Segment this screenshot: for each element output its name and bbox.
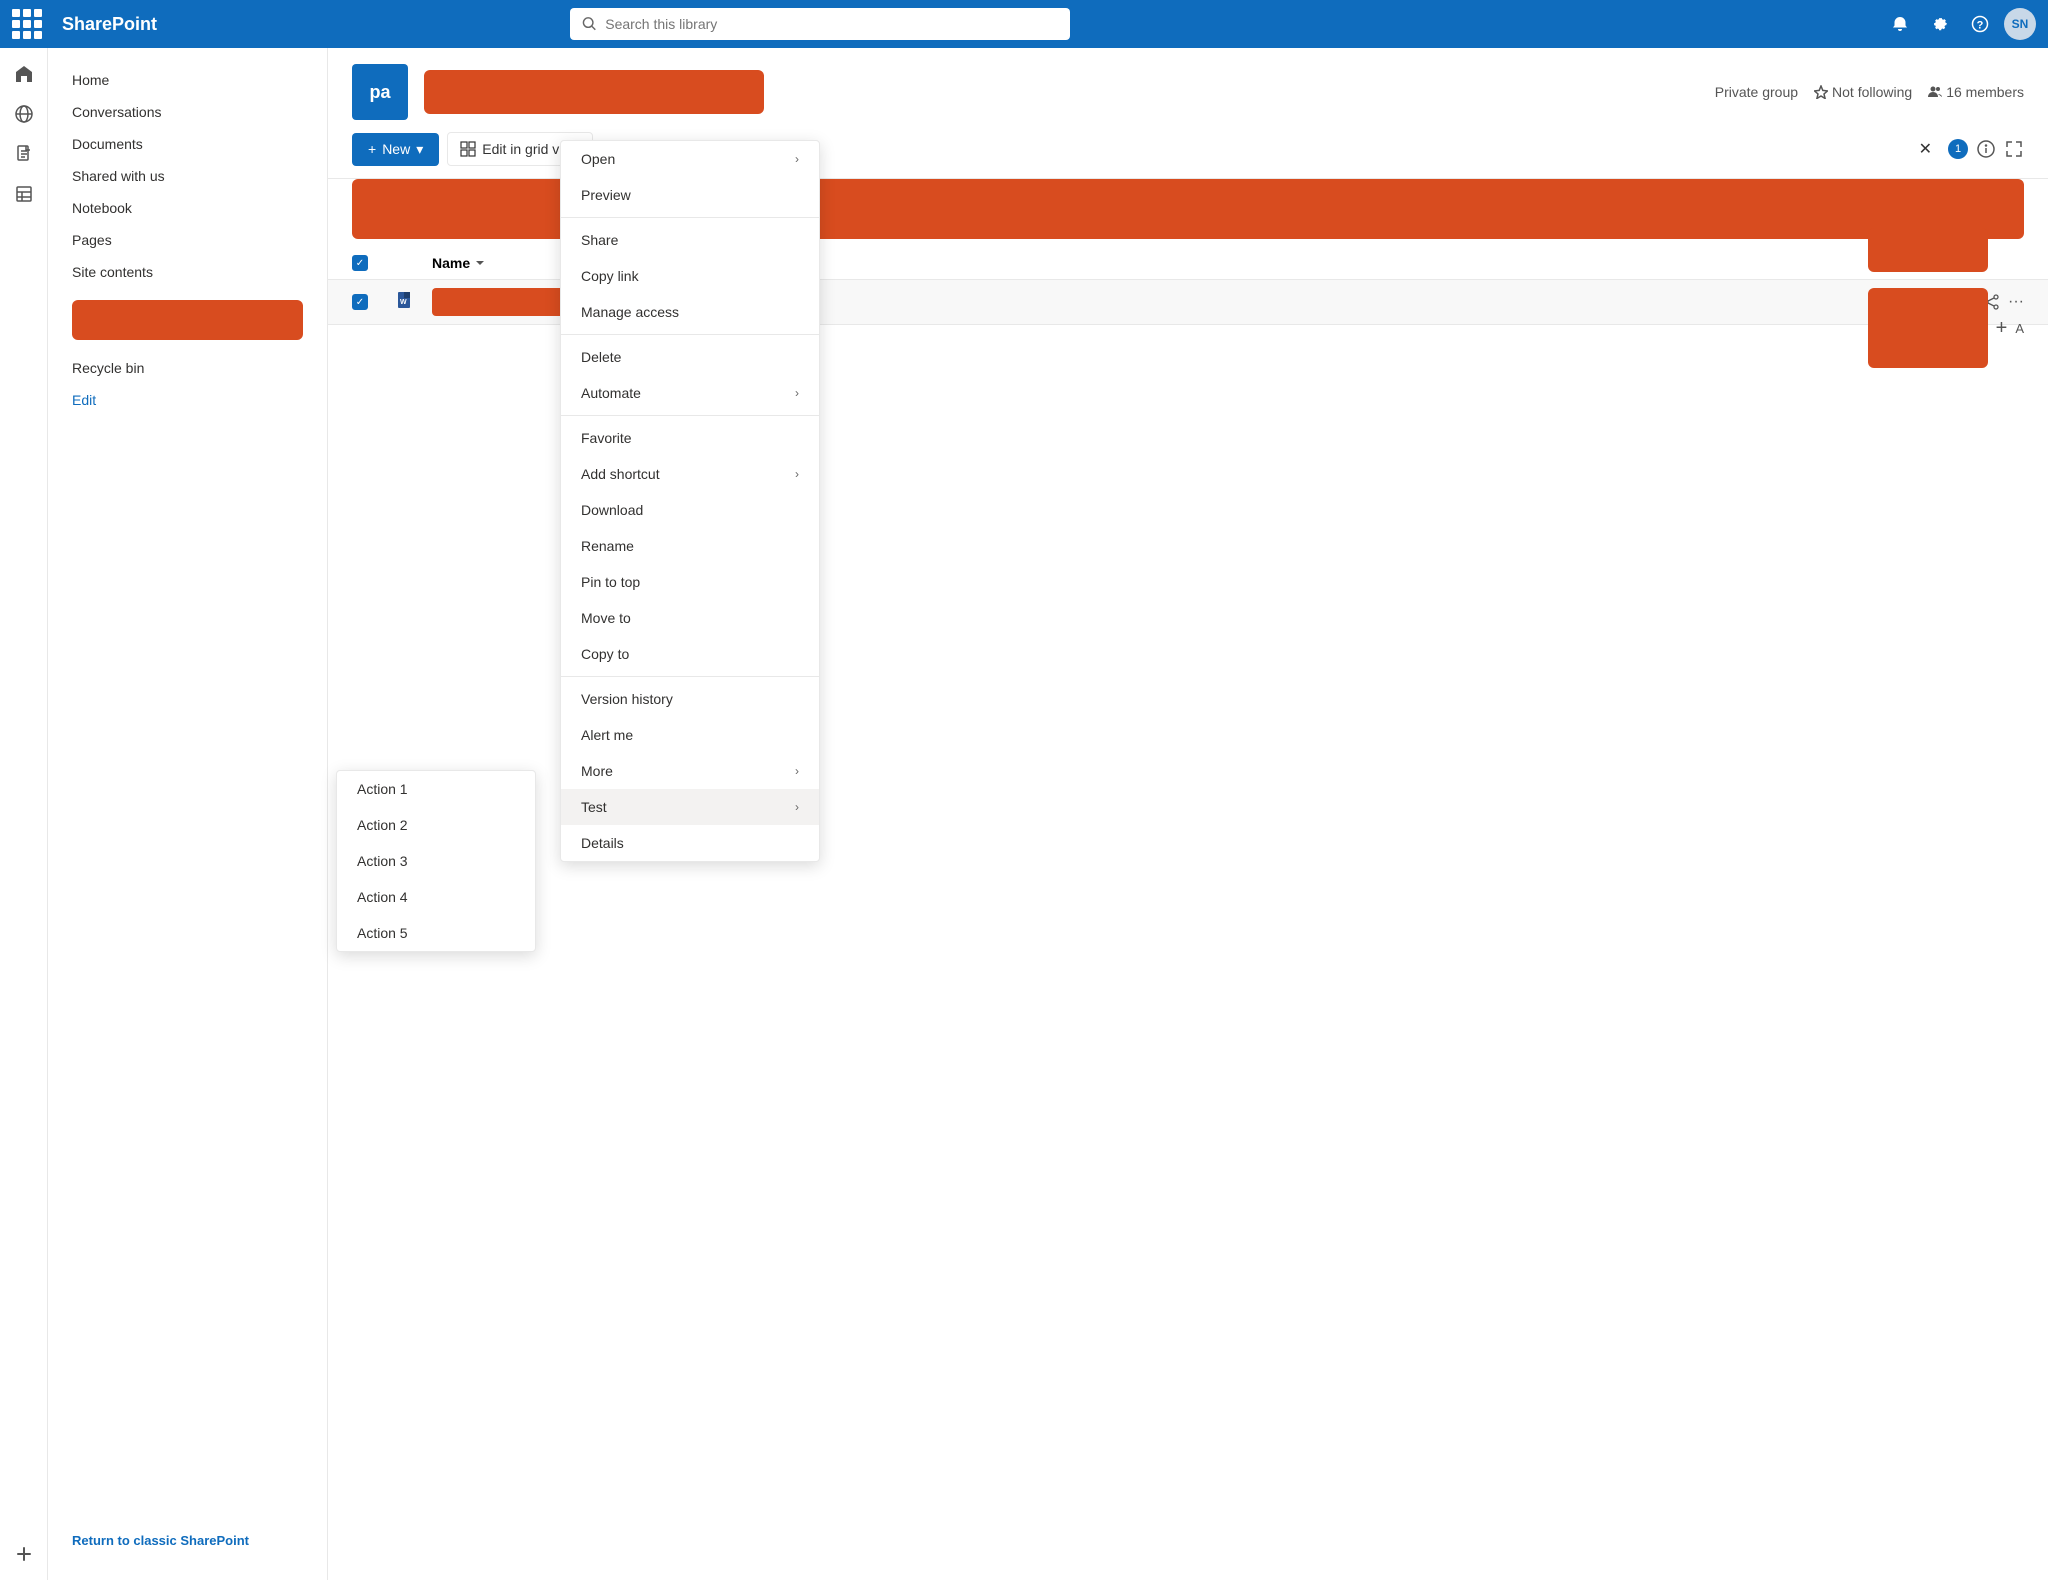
search-icon [582, 16, 597, 32]
ctx-divider-3 [561, 415, 819, 416]
panel-block-2 [1868, 288, 1988, 368]
panel-block-1 [1868, 228, 1988, 272]
private-group-label: Private group [1715, 84, 1798, 100]
ctx-pin-top[interactable]: Pin to top [561, 564, 819, 600]
site-header-meta: Private group Not following 16 members [1715, 84, 2024, 100]
sidebar-custom-link[interactable] [72, 300, 303, 340]
toolbar-close-icon[interactable]: ✕ [1911, 135, 1940, 163]
following-button[interactable]: Not following [1814, 84, 1912, 100]
ctx-more[interactable]: More › [561, 753, 819, 789]
actions-submenu: Action 1 Action 2 Action 3 Action 4 Acti… [336, 770, 536, 952]
file-type-icon: W [396, 291, 420, 314]
sidebar-item-site-contents[interactable]: Site contents [48, 256, 327, 288]
sidebar-item-home[interactable]: Home [48, 64, 327, 96]
svg-text:?: ? [1977, 20, 1984, 32]
context-menu: Open › Preview Share Copy link Manage ac… [560, 140, 820, 862]
ctx-open[interactable]: Open › [561, 141, 819, 177]
ctx-manage-access[interactable]: Manage access [561, 294, 819, 330]
sort-chevron-icon [474, 257, 486, 269]
notifications-icon[interactable] [1884, 8, 1916, 40]
help-icon[interactable]: ? [1964, 8, 1996, 40]
add-column-icon[interactable]: + [1996, 317, 2008, 340]
ctx-automate[interactable]: Automate › [561, 375, 819, 411]
members-label[interactable]: 16 members [1928, 84, 2024, 100]
left-sidebar: Home Conversations Documents Shared with… [48, 48, 328, 1580]
sidebar-item-conversations[interactable]: Conversations [48, 96, 327, 128]
search-box [570, 8, 1070, 40]
grid-icon [460, 141, 476, 157]
rail-list-icon[interactable] [6, 176, 42, 212]
avatar[interactable]: SN [2004, 8, 2036, 40]
ctx-rename[interactable]: Rename [561, 528, 819, 564]
site-header: pa Private group Not following 16 member… [328, 48, 2048, 120]
top-nav-right: ? SN [1884, 8, 2036, 40]
selected-count-badge: 1 [1948, 139, 1968, 159]
site-title [424, 70, 764, 114]
ctx-divider-4 [561, 676, 819, 677]
app-launcher-icon[interactable] [12, 9, 42, 39]
left-rail [0, 48, 48, 1580]
rail-add-icon[interactable] [6, 1536, 42, 1572]
ctx-download[interactable]: Download [561, 492, 819, 528]
ctx-copy-to[interactable]: Copy to [561, 636, 819, 672]
action-4-item[interactable]: Action 4 [337, 879, 535, 915]
ctx-open-chevron: › [795, 152, 799, 166]
ctx-alert-me[interactable]: Alert me [561, 717, 819, 753]
ctx-divider-2 [561, 334, 819, 335]
top-navigation: SharePoint ? SN [0, 0, 2048, 48]
ctx-details[interactable]: Details [561, 825, 819, 861]
sidebar-item-notebook[interactable]: Notebook [48, 192, 327, 224]
rail-document-icon[interactable] [6, 136, 42, 172]
sidebar-return-classic[interactable]: Return to classic SharePoint [48, 1517, 273, 1564]
site-icon: pa [352, 64, 408, 120]
ctx-more-chevron: › [795, 764, 799, 778]
rail-globe-icon[interactable] [6, 96, 42, 132]
plus-icon: + [368, 141, 376, 157]
settings-icon[interactable] [1924, 8, 1956, 40]
right-panel-blocks: + A [1868, 228, 2024, 368]
ctx-share[interactable]: Share [561, 222, 819, 258]
sidebar-item-recycle-bin[interactable]: Recycle bin [48, 352, 327, 384]
search-input[interactable] [605, 16, 1058, 32]
action-2-item[interactable]: Action 2 [337, 807, 535, 843]
ctx-delete[interactable]: Delete [561, 339, 819, 375]
dropdown-arrow-icon: ▾ [416, 141, 423, 158]
add-column-label[interactable]: A [2015, 321, 2024, 336]
sidebar-item-shared[interactable]: Shared with us [48, 160, 327, 192]
info-icon[interactable] [1976, 139, 1996, 159]
row-checkbox[interactable]: ✓ [352, 294, 384, 310]
ctx-add-shortcut[interactable]: Add shortcut › [561, 456, 819, 492]
action-5-item[interactable]: Action 5 [337, 915, 535, 951]
sidebar-item-documents[interactable]: Documents [48, 128, 327, 160]
rail-home-icon[interactable] [6, 56, 42, 92]
svg-text:W: W [400, 299, 407, 306]
select-all-checkbox[interactable]: ✓ [352, 255, 384, 271]
action-1-item[interactable]: Action 1 [337, 771, 535, 807]
ctx-test-chevron: › [795, 800, 799, 814]
ctx-move-to[interactable]: Move to [561, 600, 819, 636]
ctx-test[interactable]: Test › [561, 789, 819, 825]
sidebar-item-pages[interactable]: Pages [48, 224, 327, 256]
expand-icon[interactable] [2004, 139, 2024, 159]
sidebar-edit-link[interactable]: Edit [48, 384, 327, 416]
ctx-copy-link[interactable]: Copy link [561, 258, 819, 294]
ctx-favorite[interactable]: Favorite [561, 420, 819, 456]
ctx-version-history[interactable]: Version history [561, 681, 819, 717]
ctx-preview[interactable]: Preview [561, 177, 819, 213]
ctx-automate-chevron: › [795, 386, 799, 400]
app-title: SharePoint [62, 14, 157, 35]
ctx-divider-1 [561, 217, 819, 218]
new-button[interactable]: + New ▾ [352, 133, 439, 166]
ctx-shortcut-chevron: › [795, 467, 799, 481]
action-3-item[interactable]: Action 3 [337, 843, 535, 879]
